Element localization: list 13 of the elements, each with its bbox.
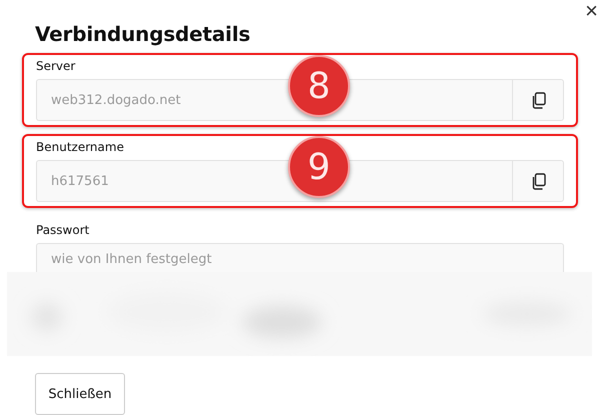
field-label: Benutzername [36, 140, 125, 155]
close-dialog-button[interactable]: Schließen [35, 373, 125, 415]
dialog-title: Verbindungsdetails [35, 21, 252, 48]
field-label: Server [36, 59, 76, 74]
copy-icon [530, 92, 546, 108]
step-badge: 9 [288, 136, 350, 198]
field-label: Passwort [36, 223, 90, 238]
close-button[interactable]: × [585, 0, 598, 22]
step-badge: 8 [288, 55, 350, 117]
copy-icon [530, 172, 546, 190]
copy-button[interactable] [512, 160, 564, 202]
text-field[interactable]: wie von Ihnen festgelegt [36, 243, 564, 274]
copy-button[interactable] [512, 79, 564, 121]
